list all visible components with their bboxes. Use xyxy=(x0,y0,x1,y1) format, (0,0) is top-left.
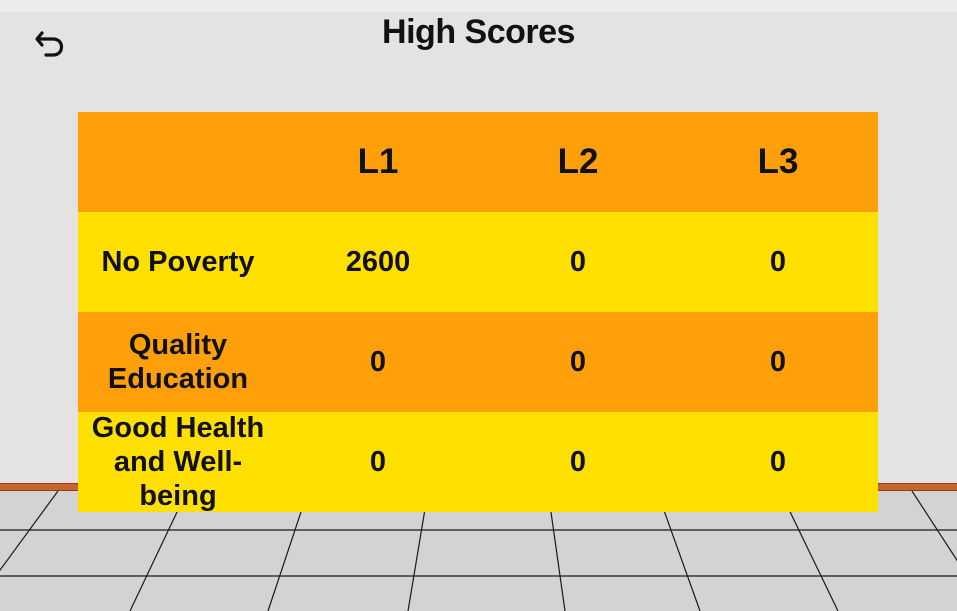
header-cell-blank xyxy=(78,112,278,212)
table-row: Good Health and Well-being 0 0 0 xyxy=(78,412,878,512)
score-cell: 0 xyxy=(769,446,787,478)
row-label: No Poverty xyxy=(101,246,255,278)
score-cell: 0 xyxy=(569,246,587,278)
high-scores-table: L1 L2 L3 No Poverty 2600 0 0 Quality Edu… xyxy=(78,112,878,512)
score-cell: 0 xyxy=(369,346,387,378)
page-title: High Scores xyxy=(382,13,575,51)
score-cell: 0 xyxy=(369,446,387,478)
header-cell-l3: L3 xyxy=(757,142,799,181)
row-label: Good Health and Well-being xyxy=(91,412,265,512)
score-cell: 0 xyxy=(769,246,787,278)
header-cell-l2: L2 xyxy=(557,142,599,181)
score-cell: 0 xyxy=(569,446,587,478)
score-cell: 0 xyxy=(569,346,587,378)
table-row: No Poverty 2600 0 0 xyxy=(78,212,878,312)
header-cell-l1: L1 xyxy=(357,142,399,181)
top-strip xyxy=(0,0,957,12)
table-row: Quality Education 0 0 0 xyxy=(78,312,878,412)
table-header-row: L1 L2 L3 xyxy=(78,112,878,212)
score-cell: 2600 xyxy=(345,246,411,278)
score-cell: 0 xyxy=(769,346,787,378)
row-label: Quality Education xyxy=(107,329,249,395)
